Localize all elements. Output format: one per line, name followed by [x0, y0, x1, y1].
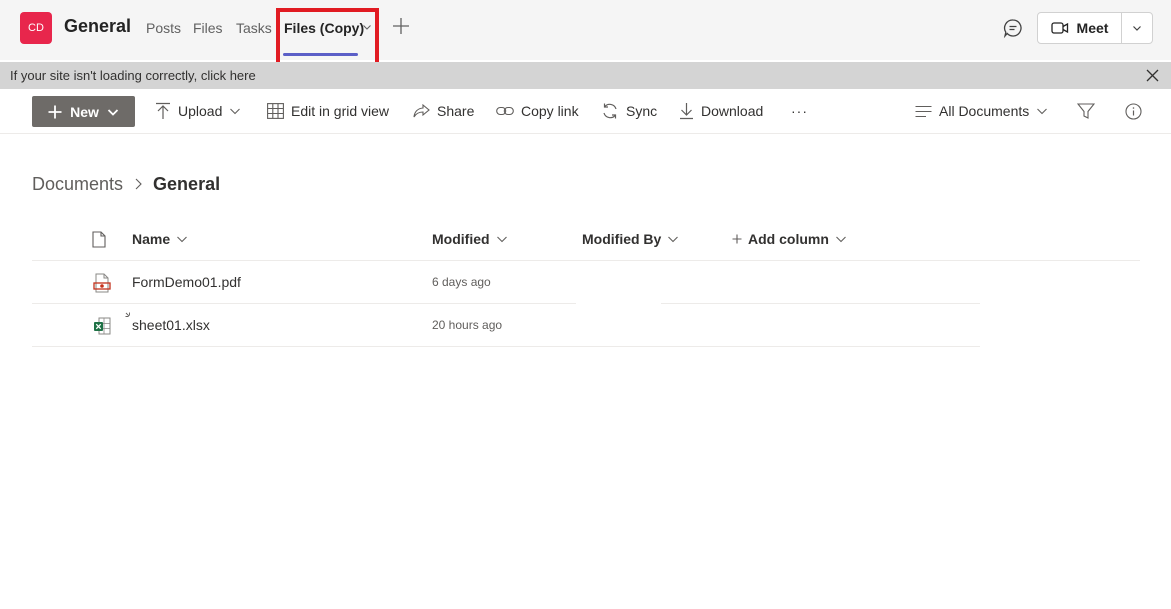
active-tab-indicator	[283, 53, 358, 56]
sync-label: Sync	[626, 103, 658, 119]
file-modified: 6 days ago	[432, 275, 491, 289]
sync-button[interactable]: Sync	[601, 89, 657, 133]
tab-tasks[interactable]: Tasks	[236, 20, 272, 36]
chevron-down-icon	[668, 236, 679, 243]
list-view-icon	[915, 105, 932, 117]
link-icon	[496, 106, 514, 116]
modified-by-column-label: Modified By	[582, 231, 662, 247]
team-avatar[interactable]: CD	[20, 12, 52, 44]
edit-grid-view-button[interactable]: Edit in grid view	[267, 89, 389, 133]
chevron-down-icon	[1037, 108, 1048, 115]
breadcrumb: Documents General	[32, 172, 220, 196]
meet-options-dropdown[interactable]	[1122, 13, 1152, 43]
new-button-label: New	[70, 103, 99, 120]
plus-icon	[732, 234, 742, 244]
table-row[interactable]: sheet01.xlsx 20 hours ago	[32, 304, 980, 347]
excel-file-icon	[94, 317, 111, 335]
file-name[interactable]: sheet01.xlsx	[132, 317, 210, 333]
filter-button[interactable]	[1077, 89, 1095, 133]
modified-by-column-header[interactable]: Modified By	[582, 218, 679, 260]
breadcrumb-current-folder: General	[153, 173, 221, 194]
chevron-down-icon	[496, 236, 507, 243]
teams-channel-header: CD General Posts Files Tasks Files (Copy…	[0, 0, 1171, 71]
notice-link[interactable]: If your site isn't loading correctly, cl…	[10, 68, 256, 83]
grid-icon	[267, 103, 284, 119]
copy-link-button[interactable]: Copy link	[496, 89, 579, 133]
modified-column-header[interactable]: Modified	[432, 218, 508, 260]
upload-icon	[156, 102, 170, 119]
add-column-header[interactable]: Add column	[732, 218, 847, 260]
chat-icon[interactable]	[1002, 17, 1024, 39]
tab-files-copy[interactable]: Files (Copy)	[284, 20, 364, 36]
view-selector[interactable]: All Documents	[915, 89, 1048, 133]
document-icon	[92, 230, 106, 248]
upload-label: Upload	[178, 103, 223, 119]
name-column-label: Name	[132, 231, 171, 247]
site-loading-notice: If your site isn't loading correctly, cl…	[0, 62, 1171, 89]
download-icon	[680, 103, 693, 120]
copy-link-label: Copy link	[521, 103, 579, 119]
upload-button[interactable]: Upload	[155, 89, 241, 133]
list-column-headers: Name Modified Modified By Add column	[32, 218, 1140, 261]
plus-icon	[48, 105, 62, 118]
tab-chevron-down-icon[interactable]	[362, 22, 372, 32]
chevron-right-icon	[135, 178, 142, 190]
file-type-column-header[interactable]	[92, 218, 106, 260]
meet-start-button[interactable]: Meet	[1038, 13, 1121, 43]
add-column-label: Add column	[748, 231, 829, 247]
new-button[interactable]: New	[32, 96, 135, 127]
plus-icon[interactable]	[392, 17, 410, 35]
video-camera-icon	[1050, 22, 1068, 34]
more-options-button[interactable]: ···	[791, 89, 808, 133]
info-button[interactable]	[1125, 89, 1142, 133]
name-column-header[interactable]: Name	[132, 218, 188, 260]
channel-title: General	[64, 16, 132, 36]
tab-posts[interactable]: Posts	[146, 20, 181, 36]
chevron-down-icon	[177, 236, 188, 243]
filter-icon	[1077, 103, 1095, 119]
chevron-down-icon	[107, 108, 119, 116]
file-modified: 20 hours ago	[432, 318, 503, 332]
view-selector-label: All Documents	[939, 103, 1030, 119]
close-icon[interactable]	[1145, 68, 1160, 83]
sync-icon	[603, 103, 617, 119]
chevron-down-icon	[1133, 26, 1141, 31]
share-button[interactable]: Share	[413, 89, 474, 133]
tab-files[interactable]: Files	[193, 20, 223, 36]
row-divider	[32, 346, 980, 347]
file-name[interactable]: FormDemo01.pdf	[132, 274, 241, 290]
share-label: Share	[437, 103, 475, 119]
table-row[interactable]: FormDemo01.pdf 6 days ago	[32, 261, 980, 304]
edit-grid-view-label: Edit in grid view	[291, 103, 390, 119]
download-label: Download	[701, 103, 764, 119]
meet-button: Meet	[1037, 12, 1153, 44]
chevron-down-icon	[836, 236, 846, 243]
chevron-down-icon	[230, 108, 241, 115]
breadcrumb-documents[interactable]: Documents	[32, 174, 123, 195]
info-icon	[1125, 102, 1142, 120]
modified-column-label: Modified	[432, 231, 490, 247]
pdf-file-icon	[93, 273, 111, 293]
share-icon	[413, 103, 430, 117]
meet-label: Meet	[1076, 20, 1109, 36]
command-bar: New Upload Edit in grid view Share Copy	[0, 89, 1171, 134]
download-button[interactable]: Download	[679, 89, 763, 133]
